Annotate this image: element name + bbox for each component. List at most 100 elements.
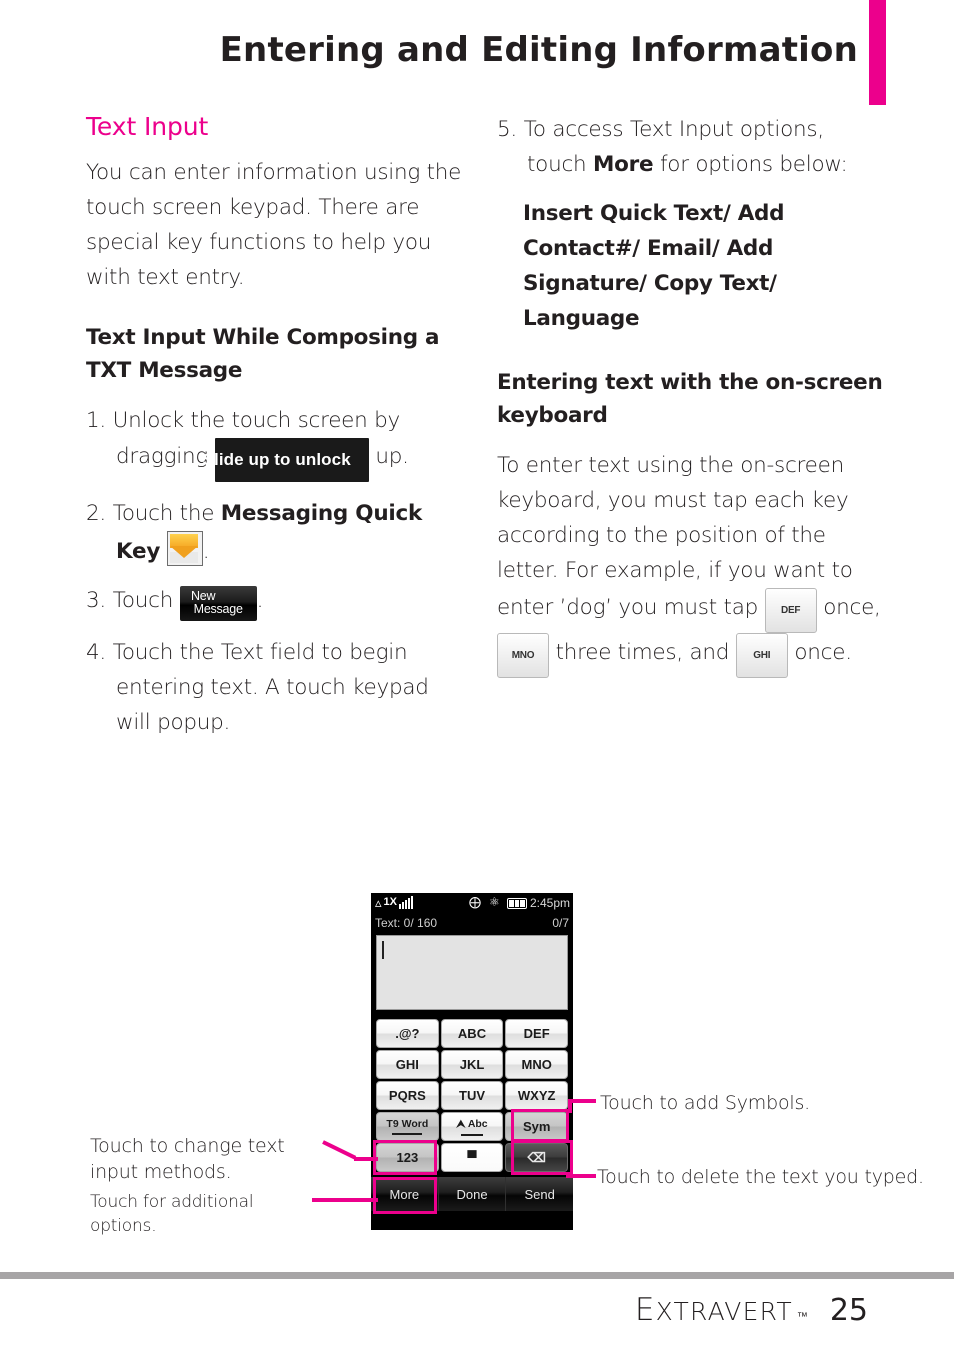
key-t9-underline [392,1133,423,1135]
phone-status-bar: ▵ 1X ⨁ ⚛ 2:45pm [371,893,573,915]
step-4-text: Touch the Text field to begin entering t… [112,640,429,735]
signal-indicator: ▵ 1X [375,896,413,909]
key-def[interactable]: DEF [505,1019,569,1048]
key-punctuation[interactable]: .@? [376,1019,439,1048]
step-1: 1. Unlock the touch screen by dragging S… [86,403,462,482]
step-2-text-after: . [202,539,210,564]
new-message-line1: New [191,589,216,603]
battery-full-icon [507,898,527,909]
key-t9-label: T9 Word [386,1118,429,1130]
signal-bars-icon [399,896,413,909]
step-2-number: 2. [86,501,107,526]
step-5: 5. To access Text Input options, touch M… [497,112,887,182]
leader-line-left-top-diagonal [322,1140,357,1160]
leader-line-left-top-horizontal [354,1157,378,1161]
button-done[interactable]: Done [438,1177,507,1211]
page-header: Entering and Editing Information [0,0,954,110]
phone-keypad: .@? ABC DEF GHI JKL MNO PQRS TUV WXYZ T9… [376,1019,569,1172]
key-abc-shift-row: ⮝ Abc [456,1118,487,1131]
leader-line-right-top [568,1099,596,1103]
shift-up-arrow-icon: ⮝ [456,1117,466,1130]
step-2-text-before: Touch the [112,501,215,526]
phone-counter-bar: Text: 0/ 160 0/7 [371,915,573,933]
spacebar-icon: ▀ [467,1150,477,1165]
brand-name: EXTRAVERT [635,1292,793,1328]
new-message-button-chip: New Message [179,586,257,621]
step-3: 3. Touch New Message . [86,583,462,621]
steps-list-left: 1. Unlock the touch screen by dragging S… [86,403,462,740]
antenna-icon: ▵ [375,895,382,910]
new-message-line2: Message [193,602,243,616]
def-key-chip: DEF [764,588,817,633]
mno-key-chip: MNO [497,633,549,678]
callout-left-bottom: Touch for additional options. [90,1192,254,1236]
key-spacebar[interactable]: ▀ [440,1143,504,1172]
step-3-text-before: Touch [112,588,174,613]
leader-line-right-top-vertical [568,1099,572,1113]
key-tuv[interactable]: TUV [440,1081,504,1110]
key-wxyz[interactable]: WXYZ [505,1081,569,1110]
key-abc[interactable]: ABC [440,1019,504,1048]
status-time: 2:45pm [529,896,570,910]
phone-screenshot: ▵ 1X ⨁ ⚛ 2:45pm Text: 0/ 160 0/7 .@? ABC… [371,893,573,1230]
step-3-text-after: . [256,588,264,613]
ghi-key-chip: GHI [735,633,788,678]
onscreen-keyboard-paragraph: To enter text using the on-screen keyboa… [497,448,887,678]
envelope-flap [169,546,198,558]
network-type-label: 1X [383,896,397,908]
message-envelope-icon [166,531,203,566]
intro-paragraph: You can enter information using the touc… [86,160,462,290]
brand-initial: E [634,1292,656,1328]
keypad-row-1: .@? ABC DEF [376,1019,569,1048]
leader-line-left-bottom [312,1198,378,1202]
page-footer: EXTRAVERT ™ 25 [635,1292,868,1328]
char-counter-label: Text: 0/ 160 [375,916,438,930]
paragraph-part-3: three times, and [555,640,730,665]
key-abc-shift[interactable]: ⮝ Abc [440,1112,504,1141]
key-backspace[interactable]: ⌫ [505,1143,569,1172]
step-1-text-after: up. [375,444,409,469]
key-sym[interactable]: Sym [505,1112,569,1141]
header-accent-bar [869,0,886,105]
step-5-bold: More [593,152,654,177]
page-number: 25 [829,1293,868,1328]
step-4: 4. Touch the Text field to begin enterin… [86,635,462,740]
key-t9-stack: T9 Word [386,1118,428,1135]
keypad-row-5: 123 ▀ ⌫ [376,1143,569,1172]
step-4-number: 4. [86,640,107,665]
key-pqrs[interactable]: PQRS [376,1081,439,1110]
steps-list-right: 5. To access Text Input options, touch M… [497,112,887,182]
callout-left-top: Touch to change text input methods. [90,1135,285,1183]
slide-up-to-unlock-chip: Slide up to unlock [203,438,369,482]
key-jkl[interactable]: JKL [440,1050,504,1079]
leader-line-right-bottom [566,1174,596,1178]
callout-right-bottom: Touch to delete the text you typed. [597,1166,924,1188]
phone-text-field[interactable] [376,935,568,1010]
keypad-row-3: PQRS TUV WXYZ [376,1081,569,1110]
step-5-text-after: for options below: [659,152,848,177]
button-send[interactable]: Send [506,1177,573,1211]
key-mno[interactable]: MNO [505,1050,569,1079]
key-abc-shift-stack: ⮝ Abc [456,1118,488,1136]
right-column: 5. To access Text Input options, touch M… [497,112,887,704]
key-ghi[interactable]: GHI [376,1050,439,1079]
keypad-row-2: GHI JKL MNO [376,1050,569,1079]
brand-rest: XTRAVERT [655,1297,793,1326]
section-title-text-input: Text Input [86,112,209,141]
text-caret [382,941,384,959]
button-more[interactable]: More [371,1177,439,1211]
page-counter-label: 0/7 [552,916,569,930]
key-123[interactable]: 123 [376,1143,439,1172]
left-column: Text Input You can enter information usi… [86,112,462,754]
paragraph-part-2: once, [823,595,881,620]
step-2: 2. Touch the Messaging Quick Key . [86,496,462,569]
step-5-number: 5. [497,117,518,142]
paragraph-part-4: once. [794,640,852,665]
key-t9-word[interactable]: T9 Word [376,1112,439,1141]
footer-divider [0,1272,954,1279]
step-3-number: 3. [86,588,107,613]
key-abc-shift-underline [460,1133,484,1136]
text-input-options-list: Insert Quick Text/ Add Contact#/ Email/ … [523,201,785,331]
bluetooth-icon: ⚛ [489,895,500,909]
step-1-number: 1. [86,408,107,433]
